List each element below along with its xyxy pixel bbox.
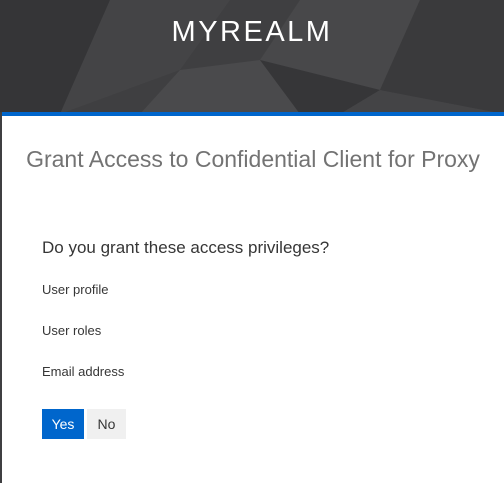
accept-button[interactable]: Yes: [42, 409, 84, 439]
realm-header: MYREALM: [0, 0, 504, 114]
consent-card: Grant Access to Confidential Client for …: [2, 112, 504, 483]
page-title: Grant Access to Confidential Client for …: [26, 146, 480, 172]
privilege-item-user-profile: User profile: [42, 282, 109, 297]
privilege-item-email-address: Email address: [42, 364, 125, 379]
privilege-item-user-roles: User roles: [42, 323, 102, 338]
decline-button[interactable]: No: [87, 409, 126, 439]
realm-title: MYREALM: [171, 16, 333, 48]
consent-question: Do you grant these access privileges?: [42, 238, 330, 257]
